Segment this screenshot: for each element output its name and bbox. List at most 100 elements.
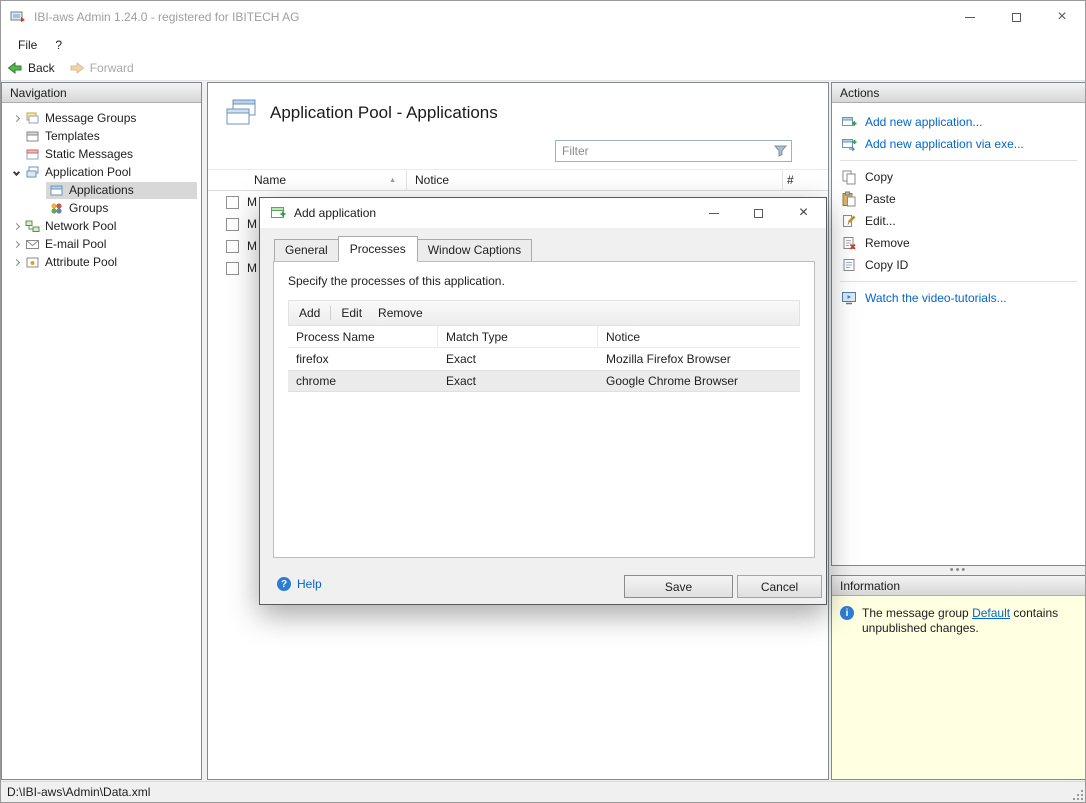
action-label: Watch the video-tutorials... [865, 291, 1007, 305]
help-icon: ? [277, 577, 291, 591]
nav-item-application-pool[interactable]: Application Pool [2, 163, 201, 181]
column-header-name[interactable]: Name ▲ [208, 170, 407, 190]
tab-window-captions[interactable]: Window Captions [418, 239, 532, 262]
nav-item-network-pool[interactable]: Network Pool [2, 217, 201, 235]
forward-button[interactable]: Forward [69, 60, 134, 76]
edit-icon [841, 213, 857, 229]
match-type-cell: Exact [438, 374, 598, 388]
email-pool-icon [25, 237, 40, 252]
process-name-cell: firefox [288, 352, 438, 366]
static-messages-icon [25, 147, 40, 162]
dialog-minimize-button[interactable] [691, 198, 736, 228]
toolbar-separator [330, 306, 331, 320]
save-button[interactable]: Save [624, 575, 733, 598]
chevron-down-icon[interactable] [10, 166, 22, 178]
edit-process-button[interactable]: Edit [333, 302, 370, 324]
action-label: Edit... [865, 214, 896, 228]
nav-item-label: Application Pool [45, 165, 131, 179]
tab-processes[interactable]: Processes [338, 236, 418, 262]
help-link[interactable]: ? Help [277, 577, 322, 591]
action-remove[interactable]: Remove [832, 232, 1085, 254]
window-controls: × [947, 1, 1085, 33]
splitter-grip-icon: ••• [950, 568, 968, 573]
minimize-icon [965, 17, 975, 18]
action-label: Paste [865, 192, 896, 206]
filter-container [555, 140, 792, 162]
action-label: Copy [865, 170, 893, 184]
add-application-icon [841, 114, 857, 130]
dialog-tabs: General Processes Window Captions [274, 239, 532, 262]
column-label: Name [254, 173, 286, 187]
video-tutorials-icon [841, 290, 857, 306]
column-header-match-type[interactable]: Match Type [438, 326, 598, 347]
process-row-firefox[interactable]: firefox Exact Mozilla Firefox Browser [288, 348, 800, 370]
row-checkbox[interactable] [226, 218, 239, 231]
dialog-close-button[interactable]: × [781, 198, 826, 228]
nav-item-label: Attribute Pool [45, 255, 117, 269]
action-add-new-application-via-exe[interactable]: Add new application via exe... [832, 133, 1085, 155]
tab-general[interactable]: General [274, 239, 339, 262]
statusbar: D:\IBI-aws\Admin\Data.xml [1, 781, 1085, 802]
add-application-exe-icon [841, 136, 857, 152]
column-header-notice[interactable]: Notice [407, 170, 783, 190]
action-watch-video-tutorials[interactable]: Watch the video-tutorials... [832, 287, 1085, 309]
action-add-new-application[interactable]: Add new application... [832, 111, 1085, 133]
action-paste[interactable]: Paste [832, 188, 1085, 210]
dialog-maximize-button[interactable] [736, 198, 781, 228]
add-process-button[interactable]: Add [291, 302, 328, 324]
dialog-titlebar: Add application × [260, 198, 826, 228]
applications-icon [49, 183, 64, 198]
row-name: M [247, 217, 257, 231]
column-header-process-name[interactable]: Process Name [288, 326, 438, 347]
titlebar: IBI-aws Admin 1.24.0 - registered for IB… [1, 1, 1085, 33]
action-edit[interactable]: Edit... [832, 210, 1085, 232]
nav-item-attribute-pool[interactable]: Attribute Pool [2, 253, 201, 271]
action-copy[interactable]: Copy [832, 166, 1085, 188]
nav-item-message-groups[interactable]: Message Groups [2, 109, 201, 127]
message-groups-icon [25, 111, 40, 126]
process-row-chrome[interactable]: chrome Exact Google Chrome Browser [288, 370, 800, 392]
row-checkbox[interactable] [226, 196, 239, 209]
close-button[interactable]: × [1039, 1, 1085, 33]
action-label: Remove [865, 236, 910, 250]
chevron-right-icon[interactable] [10, 220, 22, 232]
actions-separator [840, 160, 1077, 161]
cancel-button[interactable]: Cancel [737, 575, 822, 598]
nav-item-label: E-mail Pool [45, 237, 106, 251]
row-checkbox[interactable] [226, 240, 239, 253]
default-group-link[interactable]: Default [972, 606, 1010, 620]
nav-item-applications[interactable]: Applications [2, 181, 201, 199]
column-header-count[interactable]: # [783, 170, 828, 190]
maximize-button[interactable] [993, 1, 1039, 33]
processes-description: Specify the processes of this applicatio… [274, 262, 814, 298]
actions-panel: Actions Add new application... Add new a… [831, 82, 1086, 566]
action-copy-id[interactable]: Copy ID [832, 254, 1085, 276]
dialog-title: Add application [294, 206, 376, 220]
chevron-right-icon[interactable] [10, 238, 22, 250]
back-button[interactable]: Back [7, 60, 55, 76]
information-panel: Information i The message group Default … [831, 575, 1086, 780]
filter-input[interactable] [555, 140, 792, 162]
match-type-cell: Exact [438, 352, 598, 366]
column-header-notice[interactable]: Notice [598, 326, 800, 347]
filter-icon[interactable] [774, 144, 787, 157]
row-checkbox[interactable] [226, 262, 239, 275]
app-window: IBI-aws Admin 1.24.0 - registered for IB… [0, 0, 1086, 803]
resize-grip-icon[interactable] [1071, 788, 1083, 800]
nav-item-static-messages[interactable]: Static Messages [2, 145, 201, 163]
panel-splitter[interactable]: ••• [831, 566, 1086, 575]
chevron-right-icon[interactable] [10, 112, 22, 124]
minimize-button[interactable] [947, 1, 993, 33]
remove-process-button[interactable]: Remove [370, 302, 431, 324]
menu-help[interactable]: ? [46, 35, 71, 55]
nav-item-templates[interactable]: Templates [2, 127, 201, 145]
close-icon: × [1057, 9, 1066, 25]
copy-id-icon [841, 257, 857, 273]
nav-item-email-pool[interactable]: E-mail Pool [2, 235, 201, 253]
menu-file[interactable]: File [9, 35, 46, 55]
nav-item-label: Applications [69, 183, 134, 197]
column-label: Notice [415, 173, 449, 187]
processes-table-header: Process Name Match Type Notice [288, 326, 800, 348]
chevron-right-icon[interactable] [10, 256, 22, 268]
nav-item-groups[interactable]: Groups [2, 199, 201, 217]
